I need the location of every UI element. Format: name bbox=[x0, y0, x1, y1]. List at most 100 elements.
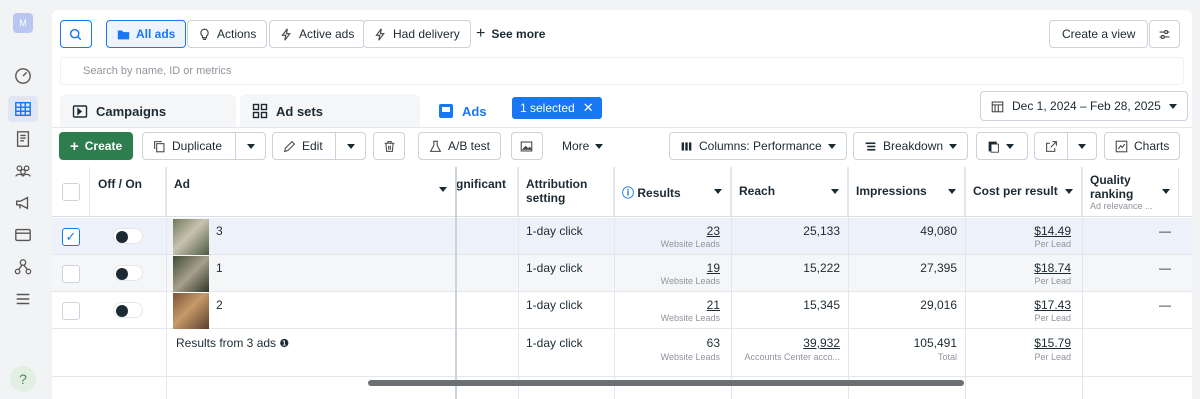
header-off-on[interactable]: Off / On bbox=[90, 167, 166, 217]
summary-cost[interactable]: $15.79 bbox=[965, 336, 1071, 350]
ad-toggle[interactable] bbox=[113, 265, 143, 281]
tab-ad-sets-label: Ad sets bbox=[276, 103, 323, 119]
header-quality-ranking[interactable]: Quality ranking Ad relevance ... bbox=[1082, 167, 1179, 217]
header-attribution[interactable]: Attribution setting bbox=[518, 167, 614, 217]
quality-value: — bbox=[1159, 224, 1171, 238]
ad-thumbnail[interactable] bbox=[173, 256, 209, 292]
duplicate-button[interactable]: Duplicate bbox=[142, 132, 266, 160]
date-range-picker[interactable]: Dec 1, 2024 – Feb 28, 2025 bbox=[980, 91, 1188, 121]
search-input[interactable]: Search by name, ID or metrics bbox=[60, 57, 1184, 85]
edit-button[interactable]: Edit bbox=[272, 132, 366, 160]
breakdown-button[interactable]: Breakdown bbox=[853, 132, 969, 160]
header-quality-sub: Ad relevance ... bbox=[1090, 201, 1153, 211]
header-quality-label: Quality ranking bbox=[1090, 173, 1134, 201]
header-cost-per-result[interactable]: Cost per result bbox=[965, 167, 1082, 217]
sort-icon[interactable] bbox=[831, 189, 839, 194]
chevron-down-icon bbox=[1006, 143, 1014, 149]
sort-icon[interactable] bbox=[439, 187, 447, 192]
search-icon bbox=[69, 28, 82, 40]
ad-name[interactable]: 1 bbox=[216, 261, 223, 275]
clear-selection-icon[interactable]: ✕ bbox=[583, 100, 594, 116]
export-menu-icon[interactable] bbox=[1078, 144, 1086, 149]
cost-value[interactable]: $18.74 bbox=[965, 261, 1071, 275]
ad-toggle[interactable] bbox=[113, 302, 143, 318]
results-value[interactable]: 23 bbox=[614, 224, 720, 238]
filter-active-ads[interactable]: Active ads bbox=[269, 20, 366, 48]
header-ad[interactable]: Ad bbox=[166, 167, 456, 217]
create-label: Create bbox=[84, 139, 123, 153]
menu-icon[interactable] bbox=[12, 288, 34, 310]
audience-icon[interactable] bbox=[12, 160, 34, 182]
preview-button[interactable] bbox=[511, 132, 543, 160]
see-more-label: See more bbox=[491, 27, 546, 41]
create-button[interactable]: + Create bbox=[59, 132, 134, 160]
view-settings-button[interactable] bbox=[1149, 20, 1180, 48]
pages-icon[interactable] bbox=[12, 128, 34, 150]
info-icon[interactable]: ⓘ bbox=[622, 186, 634, 200]
charts-button[interactable]: Charts bbox=[1104, 132, 1181, 160]
table-icon[interactable] bbox=[12, 98, 34, 120]
billing-card-icon[interactable] bbox=[12, 224, 34, 246]
see-more-button[interactable]: + See more bbox=[466, 20, 555, 48]
speedometer-icon[interactable] bbox=[12, 65, 34, 87]
header-results[interactable]: ⓘ Results bbox=[614, 167, 731, 217]
tab-ad-sets[interactable]: Ad sets bbox=[240, 94, 420, 128]
tab-campaigns[interactable]: Campaigns bbox=[60, 94, 236, 128]
more-button[interactable]: More bbox=[552, 132, 613, 160]
sliders-icon bbox=[1159, 29, 1170, 39]
megaphone-icon[interactable] bbox=[12, 192, 34, 214]
row-checkbox[interactable] bbox=[62, 302, 80, 320]
account-avatar[interactable]: M bbox=[13, 13, 33, 33]
had-delivery-label: Had delivery bbox=[393, 27, 460, 41]
quality-value: — bbox=[1159, 261, 1171, 275]
header-select bbox=[52, 167, 90, 217]
ad-thumbnail[interactable] bbox=[173, 293, 209, 329]
trash-icon bbox=[384, 140, 395, 152]
campaign-folder-icon bbox=[72, 105, 88, 118]
export-icon bbox=[1046, 140, 1057, 152]
header-reach-label: Reach bbox=[739, 184, 776, 198]
filter-actions[interactable]: Actions bbox=[187, 20, 268, 48]
active-ads-label: Active ads bbox=[299, 27, 355, 41]
search-button[interactable] bbox=[60, 20, 92, 48]
header-significant[interactable]: gnificant bbox=[456, 167, 518, 217]
ad-thumbnail[interactable] bbox=[173, 219, 209, 255]
row-checkbox-checked[interactable]: ✓ bbox=[62, 228, 80, 246]
header-reach[interactable]: Reach bbox=[731, 167, 848, 217]
results-value[interactable]: 19 bbox=[614, 261, 720, 275]
cost-value[interactable]: $17.43 bbox=[965, 298, 1071, 312]
horizontal-scrollbar[interactable] bbox=[368, 380, 964, 386]
split-divider bbox=[335, 133, 336, 159]
results-value[interactable]: 21 bbox=[614, 298, 720, 312]
cost-value[interactable]: $14.49 bbox=[965, 224, 1071, 238]
row-checkbox[interactable] bbox=[62, 265, 80, 283]
select-all-checkbox[interactable] bbox=[62, 183, 80, 201]
sort-icon[interactable] bbox=[1162, 189, 1170, 194]
duplicate-menu-icon[interactable] bbox=[247, 144, 255, 149]
filter-all-ads[interactable]: All ads bbox=[106, 20, 187, 48]
info-icon[interactable]: ❶ bbox=[279, 338, 289, 350]
summary-reach[interactable]: 39,932 bbox=[731, 336, 840, 350]
ad-toggle[interactable] bbox=[113, 228, 143, 244]
sort-icon[interactable] bbox=[714, 189, 722, 194]
network-icon[interactable] bbox=[12, 256, 34, 278]
header-impressions[interactable]: Impressions bbox=[848, 167, 965, 217]
ad-name[interactable]: 3 bbox=[216, 224, 223, 238]
ad-name[interactable]: 2 bbox=[216, 298, 223, 312]
results-sub: Website Leads bbox=[660, 313, 720, 323]
breakdown-icon bbox=[865, 141, 876, 151]
export-button[interactable] bbox=[1034, 132, 1097, 160]
delete-button[interactable] bbox=[373, 132, 405, 160]
columns-button[interactable]: Columns: Performance bbox=[669, 132, 847, 160]
edit-menu-icon[interactable] bbox=[347, 144, 355, 149]
selection-chip[interactable]: 1 selected ✕ bbox=[512, 97, 602, 119]
sort-icon[interactable] bbox=[1065, 189, 1073, 194]
sort-icon[interactable] bbox=[948, 189, 956, 194]
reports-button[interactable] bbox=[976, 132, 1028, 160]
cost-sub: Per Lead bbox=[1034, 313, 1071, 323]
create-view-button[interactable]: Create a view bbox=[1049, 20, 1149, 48]
help-button[interactable]: ? bbox=[10, 366, 36, 392]
columns-label: Columns: Performance bbox=[699, 139, 822, 153]
filter-had-delivery[interactable]: Had delivery bbox=[363, 20, 471, 48]
ab-test-button[interactable]: A/B test bbox=[418, 132, 502, 160]
